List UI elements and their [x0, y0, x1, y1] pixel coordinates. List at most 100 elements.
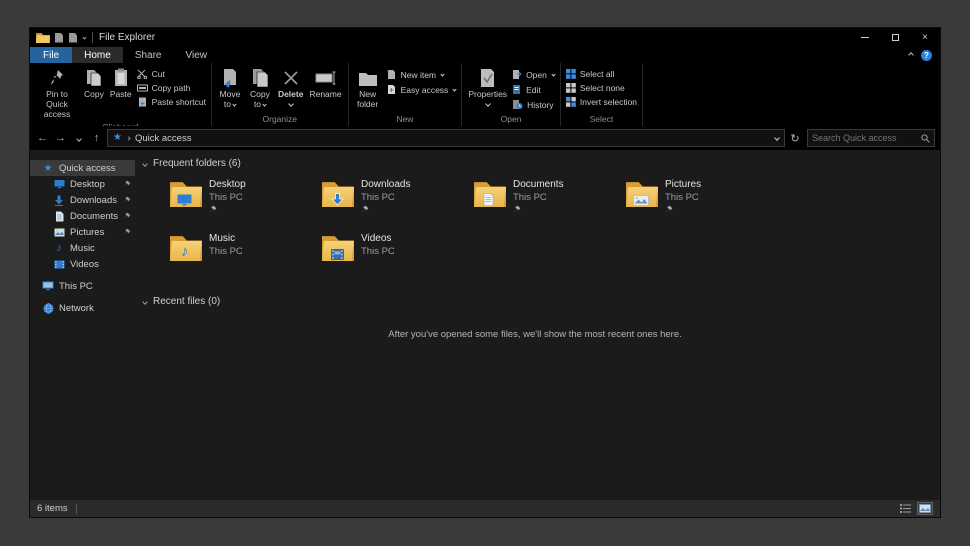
sidebar-item-videos[interactable]: Videos — [30, 256, 135, 272]
folder-tile-videos[interactable]: Videos This PC — [322, 232, 474, 276]
sidebar-item-this-pc[interactable]: This PC — [30, 278, 135, 294]
shortcut-icon — [137, 97, 148, 107]
forward-icon: → — [55, 132, 66, 144]
folder-tile-music[interactable]: ♪ Music This PC — [170, 232, 322, 276]
frequent-folders-header[interactable]: Frequent folders (6) — [140, 158, 930, 169]
tab-file[interactable]: File — [30, 47, 72, 63]
folder-icon — [322, 234, 354, 261]
invert-selection-icon — [566, 97, 576, 107]
delete-button[interactable]: Delete — [275, 65, 307, 108]
file-explorer-window: File Explorer × File Home Share View ? — [30, 28, 940, 517]
qat-properties-icon[interactable] — [55, 33, 63, 43]
properties-button[interactable]: Properties — [465, 65, 510, 108]
select-all-button[interactable]: Select all — [566, 69, 637, 79]
folder-tile-desktop[interactable]: Desktop This PC — [170, 178, 322, 222]
qat-customize-chevron-icon[interactable] — [82, 35, 86, 39]
titlebar-divider — [92, 32, 93, 43]
sidebar-item-documents[interactable]: Documents — [30, 208, 135, 224]
tab-view[interactable]: View — [174, 47, 220, 63]
minimize-button[interactable] — [850, 28, 880, 47]
chevron-down-icon — [262, 102, 266, 106]
edit-button[interactable]: Edit — [512, 84, 555, 95]
folder-tile-downloads[interactable]: Downloads This PC — [322, 178, 474, 222]
pin-icon — [123, 180, 131, 188]
open-button[interactable]: Open — [512, 69, 555, 80]
chevron-down-icon — [288, 101, 294, 107]
search-icon[interactable] — [921, 134, 930, 143]
back-button[interactable]: ← — [35, 133, 50, 144]
cut-button[interactable]: Cut — [137, 69, 206, 79]
open-small-buttons: Open Edit History — [510, 65, 557, 110]
copy-button[interactable]: Copy — [81, 65, 107, 102]
computer-icon — [42, 280, 54, 292]
help-icon[interactable]: ? — [921, 50, 932, 61]
sidebar-item-network[interactable]: Network — [30, 300, 135, 316]
sidebar-item-quick-access[interactable]: ★ Quick access — [30, 160, 135, 176]
recent-locations-button[interactable] — [71, 133, 86, 144]
select-none-icon — [566, 83, 576, 93]
pin-to-quick-access-button[interactable]: Pin to Quick access — [33, 65, 81, 121]
details-view-button[interactable] — [897, 502, 913, 515]
qat-newfolder-icon[interactable] — [69, 33, 77, 43]
music-note-icon: ♪ — [53, 242, 65, 254]
new-item-button[interactable]: New item — [386, 69, 457, 80]
search-input[interactable] — [812, 133, 921, 143]
folder-tile-documents[interactable]: Documents This PC — [474, 178, 626, 222]
item-count: 6 items — [37, 503, 68, 514]
copy-path-button[interactable]: Copy path — [137, 83, 206, 93]
history-button[interactable]: History — [512, 99, 555, 110]
forward-button[interactable]: → — [53, 133, 68, 144]
folder-icon — [170, 180, 202, 207]
copy-to-button[interactable]: Copy to — [245, 65, 275, 112]
sidebar-item-desktop[interactable]: Desktop — [30, 176, 135, 192]
easy-access-button[interactable]: Easy access — [386, 84, 457, 95]
new-item-icon — [386, 69, 397, 80]
breadcrumb-location[interactable]: Quick access — [135, 133, 192, 144]
recent-files-empty-message: After you've opened some files, we'll sh… — [140, 329, 930, 340]
restore-button[interactable] — [880, 28, 910, 47]
group-label-open: Open — [465, 113, 557, 126]
ribbon-group-clipboard: Pin to Quick access Copy Paste — [30, 63, 212, 126]
ribbon-group-organize: Move to Copy to Delete — [212, 63, 349, 126]
new-folder-button[interactable]: New folder — [352, 65, 384, 112]
collapse-ribbon-icon[interactable] — [908, 52, 914, 58]
paste-button[interactable]: Paste — [107, 65, 135, 102]
pin-icon — [123, 196, 131, 204]
clipboard-small-buttons: Cut Copy path Paste shortcut — [135, 65, 208, 107]
recent-files-header[interactable]: Recent files (0) — [140, 296, 930, 307]
up-icon: ↑ — [94, 132, 100, 144]
large-icons-view-icon — [919, 504, 931, 513]
refresh-button[interactable]: ↻ — [788, 132, 802, 145]
network-globe-icon — [42, 302, 54, 314]
back-icon: ← — [37, 132, 48, 144]
move-to-icon — [221, 67, 238, 89]
chevron-down-icon — [551, 72, 555, 76]
video-icon — [53, 258, 65, 270]
video-overlay-icon — [331, 249, 344, 260]
up-button[interactable]: ↑ — [89, 133, 104, 144]
downloads-icon — [53, 194, 65, 206]
select-none-button[interactable]: Select none — [566, 83, 637, 93]
invert-selection-button[interactable]: Invert selection — [566, 97, 637, 107]
close-button[interactable]: × — [910, 28, 940, 47]
tab-home[interactable]: Home — [72, 47, 123, 63]
address-input[interactable]: ★ Quick access — [107, 129, 785, 147]
sidebar-item-pictures[interactable]: Pictures — [30, 224, 135, 240]
pin-icon — [123, 228, 131, 236]
move-to-button[interactable]: Move to — [215, 65, 245, 112]
sidebar-item-downloads[interactable]: Downloads — [30, 192, 135, 208]
large-icons-view-button[interactable] — [917, 502, 933, 515]
sidebar-item-music[interactable]: ♪ Music — [30, 240, 135, 256]
address-dropdown-icon[interactable] — [774, 135, 780, 141]
new-small-buttons: New item Easy access — [384, 65, 459, 95]
rename-button[interactable]: Rename — [306, 65, 344, 102]
folder-tile-pictures[interactable]: Pictures This PC — [626, 178, 778, 222]
chevron-down-icon — [485, 101, 491, 107]
paste-shortcut-button[interactable]: Paste shortcut — [137, 97, 206, 107]
tab-share[interactable]: Share — [123, 47, 174, 63]
title-bar: File Explorer × — [30, 28, 940, 47]
group-label-new: New — [352, 113, 459, 126]
chevron-down-icon — [440, 72, 444, 76]
screenshot-stage: File Explorer × File Home Share View ? — [0, 0, 970, 546]
paste-icon — [113, 67, 129, 89]
